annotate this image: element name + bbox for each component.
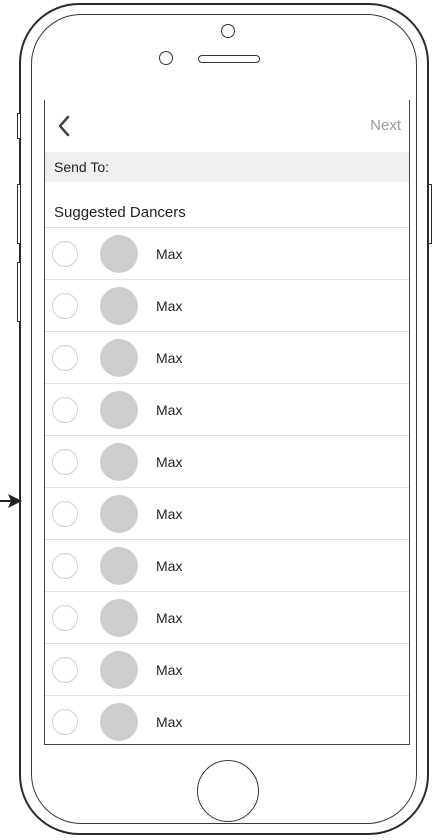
section-title-suggested: Suggested Dancers (45, 204, 409, 228)
dancer-name: Max (156, 661, 183, 678)
dancer-name: Max (156, 713, 183, 730)
pointer-arrow-icon (0, 494, 22, 508)
radio-button[interactable] (52, 448, 78, 475)
avatar (100, 390, 138, 429)
send-to-label: Send To: (54, 159, 110, 175)
dancer-name: Max (156, 297, 183, 314)
list-item[interactable]: Max (45, 696, 409, 744)
list-item[interactable]: Max (45, 488, 409, 540)
avatar (100, 598, 138, 637)
radio-button[interactable] (52, 240, 78, 267)
home-button (197, 760, 259, 822)
list-item[interactable]: Max (45, 436, 409, 488)
next-button[interactable]: Next (370, 117, 401, 134)
radio-button[interactable] (52, 500, 78, 527)
list-item[interactable]: Max (45, 592, 409, 644)
chevron-left-icon[interactable] (55, 114, 75, 138)
side-button-volume-up (17, 184, 21, 244)
avatar (100, 702, 138, 741)
front-camera (221, 24, 235, 38)
list-item[interactable]: Max (45, 644, 409, 696)
avatar (100, 338, 138, 377)
dancer-list: Max Max Max Max Max Max Max Max Max Max (45, 228, 409, 744)
radio-button[interactable] (52, 604, 78, 631)
dancer-name: Max (156, 401, 183, 418)
radio-button[interactable] (52, 708, 78, 735)
side-button-power (428, 184, 432, 244)
list-item[interactable]: Max (45, 332, 409, 384)
send-to-field[interactable]: Send To: (45, 152, 409, 182)
avatar (100, 442, 138, 481)
list-item[interactable]: Max (45, 384, 409, 436)
dancer-name: Max (156, 349, 183, 366)
avatar (100, 650, 138, 689)
dancer-name: Max (156, 609, 183, 626)
list-item[interactable]: Max (45, 280, 409, 332)
dancer-name: Max (156, 557, 183, 574)
list-item[interactable]: Max (45, 540, 409, 592)
dancer-name: Max (156, 245, 183, 262)
side-button-volume-down (17, 262, 21, 322)
avatar (100, 494, 138, 533)
app-screen: Next Send To: Suggested Dancers Max Max … (44, 100, 410, 745)
avatar (100, 286, 138, 325)
radio-button[interactable] (52, 396, 78, 423)
proximity-sensor (159, 51, 173, 65)
radio-button[interactable] (52, 552, 78, 579)
avatar (100, 234, 138, 273)
dancer-name: Max (156, 505, 183, 522)
nav-bar: Next (45, 100, 409, 152)
avatar (100, 546, 138, 585)
earpiece-speaker (198, 55, 260, 63)
radio-button[interactable] (52, 344, 78, 371)
radio-button[interactable] (52, 292, 78, 319)
radio-button[interactable] (52, 656, 78, 683)
dancer-name: Max (156, 453, 183, 470)
side-button-mute (17, 113, 21, 139)
list-item[interactable]: Max (45, 228, 409, 280)
